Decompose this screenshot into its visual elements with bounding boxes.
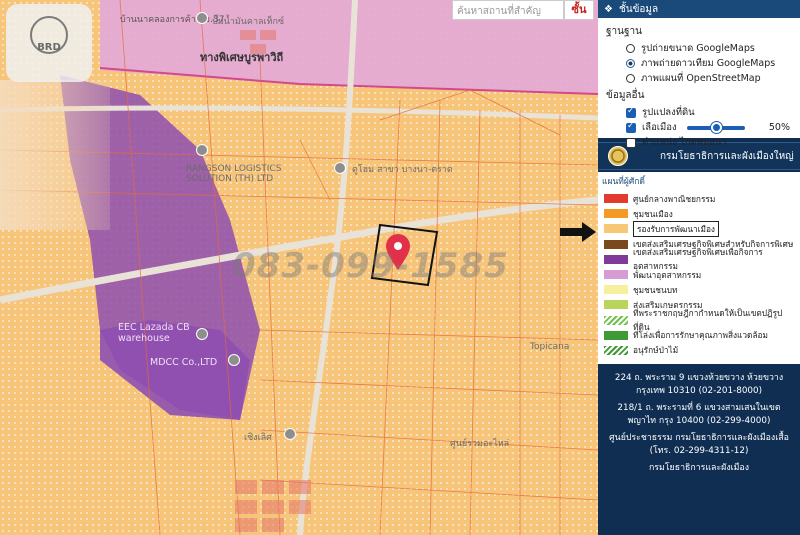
search-input[interactable]: ค้นหาสถานที่สำคัญ <box>452 0 564 20</box>
legend-swatch <box>604 209 628 219</box>
legend-item: อนุรักษ์ป่าไม้ <box>600 343 796 358</box>
phone-watermark: 083-099-1585 <box>232 246 509 286</box>
poi-icon[interactable] <box>228 354 240 366</box>
checkbox[interactable] <box>626 106 636 118</box>
opacity-slider[interactable] <box>686 121 745 133</box>
panel-header[interactable]: ❖ ชั้นข้อมูล <box>598 0 800 18</box>
legend-label: ศูนย์กลางพาณิชยกรรม <box>633 193 716 204</box>
legend-label: พัฒนาอุตสาหกรรม <box>633 269 702 280</box>
layer-controls: ฐานฐาน รูปถ่ายขนาด GoogleMaps ภาพถ่ายดาว… <box>598 18 800 148</box>
legend-swatch <box>604 254 628 264</box>
legend-label: ที่โล่งเพื่อการรักษาคุณภาพสิ่งแวดล้อม <box>633 330 768 341</box>
poi-label[interactable]: RANGSON LOGISTICS SOLUTION (TH) LTD <box>186 164 316 184</box>
poi-icon[interactable] <box>196 12 208 24</box>
poi-icon[interactable] <box>284 428 296 440</box>
poi-label[interactable]: Topicana <box>530 342 569 352</box>
legend: แผนที่ผู้ศักดิ์ ศูนย์กลางพาณิชยกรรม ชุมชน… <box>598 172 800 364</box>
base-layer-option[interactable]: รูปถ่ายขนาด GoogleMaps <box>606 41 794 56</box>
base-layer-title: ฐานฐาน <box>606 26 642 37</box>
base-layer-option[interactable]: ภาพแผนที่ OpenStreetMap <box>606 71 794 86</box>
slider-handle[interactable] <box>710 121 722 133</box>
brand-logo: BRD <box>6 4 92 82</box>
legend-swatch <box>604 224 628 234</box>
other-layer-title: ข้อมูลอื่น <box>606 90 645 101</box>
legend-item: รองรับการพัฒนาเมือง <box>600 220 796 237</box>
legend-label: ชุมชนชนบท <box>633 284 678 295</box>
radio-button[interactable] <box>626 59 635 68</box>
legend-swatch <box>604 270 628 280</box>
legend-item: เขตส่งเสริมเศรษฐกิจพิเศษเพื่อกิจการอุตสา… <box>600 247 796 271</box>
poi-icon[interactable] <box>196 144 208 156</box>
legend-swatch <box>604 239 628 249</box>
legend-item: ที่โล่งเพื่อการรักษาคุณภาพสิ่งแวดล้อม <box>600 328 796 343</box>
department-seal-icon <box>608 146 628 166</box>
checkbox[interactable] <box>626 137 636 148</box>
zoning-map[interactable]: BRD บ้านนาคลองการค้า กม.37 ทางพิเศษบูรพา… <box>0 0 598 535</box>
checkbox[interactable] <box>626 121 636 133</box>
arrow-right-icon <box>560 222 596 242</box>
legend-label: อนุรักษ์ป่าไม้ <box>633 345 679 356</box>
poi-label[interactable]: EEC Lazada CB warehouse <box>118 322 198 344</box>
legend-item: ที่พระราชกฤษฎีกากำหนดให้เป็นเขตปฏิรูปที่… <box>600 308 796 332</box>
poi-label[interactable]: ศูนย์รวมอะไหล่ <box>450 436 509 450</box>
expressway-label: ทางพิเศษบูรพาวิถี <box>200 51 284 64</box>
poi-label[interactable]: MDCC Co.,LTD <box>150 357 217 368</box>
legend-swatch <box>604 194 628 204</box>
blur-patch <box>0 80 110 230</box>
poi-label[interactable]: ปั๊มน้ำมันคาลเท็กซ์ <box>212 14 284 28</box>
legend-swatch <box>604 315 628 325</box>
poi-label[interactable]: เชิงเลิศ <box>244 430 272 444</box>
poi-label[interactable]: ดูโฮม สาขา บางนา-ตราด <box>352 162 453 176</box>
base-layer-option[interactable]: ภาพถ่ายดาวเทียม GoogleMaps <box>606 56 794 71</box>
layer-panel: ❖ ชั้นข้อมูล ฐานฐาน รูปถ่ายขนาด GoogleMa… <box>598 0 800 535</box>
poi-icon[interactable] <box>334 162 346 174</box>
legend-item: ศูนย์กลางพาณิชยกรรม <box>600 191 796 206</box>
legend-label: ชุมชนเมือง <box>633 208 673 219</box>
contact-info: 224 ถ. พระราม 9 แขวงห้วยขวาง ห้วยขวาง กร… <box>609 373 789 473</box>
legend-swatch <box>604 300 628 310</box>
legend-label: รองรับการพัฒนาเมือง <box>633 220 719 237</box>
radio-button[interactable] <box>626 74 635 83</box>
legend-swatch <box>604 330 628 340</box>
legend-swatch <box>604 285 628 295</box>
layers-icon: ❖ <box>604 3 613 15</box>
road-label: บ้านนาคลองการค้า กม.37 <box>120 15 225 25</box>
overlay-option[interactable]: เลือเมือง 50% <box>606 120 794 135</box>
legend-item: ชุมชนชนบท <box>600 282 796 297</box>
legend-swatch <box>604 345 628 355</box>
overlay-option[interactable]: รูปแปลงที่ดิน <box>606 105 794 120</box>
legend-item: ชุมชนเมือง <box>600 206 796 221</box>
search-button[interactable]: ซั้น <box>564 0 594 20</box>
radio-button[interactable] <box>626 44 635 53</box>
